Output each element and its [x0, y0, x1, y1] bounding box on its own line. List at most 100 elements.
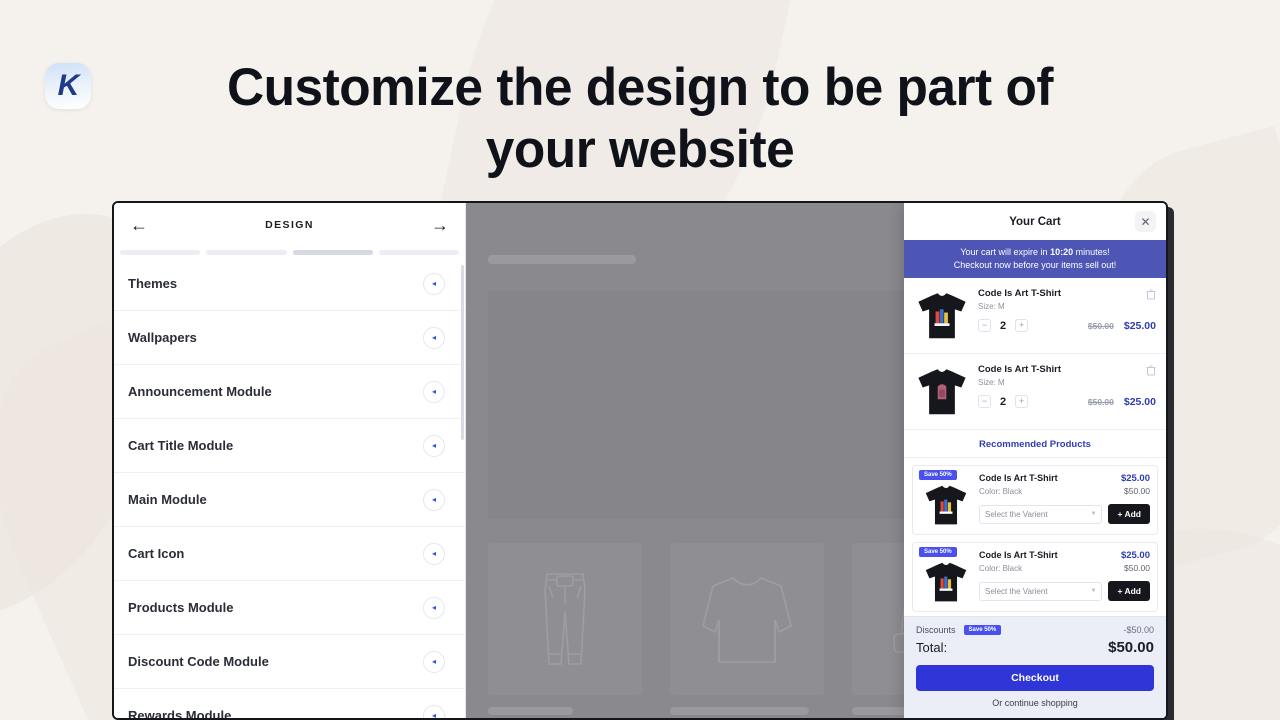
chevron-left-icon[interactable]: ◂: [423, 272, 445, 295]
increase-quantity-button[interactable]: +: [1015, 395, 1029, 408]
product-thumb: [488, 543, 642, 695]
design-module-row[interactable]: Cart Icon ◂: [114, 527, 465, 581]
tshirt-thumbnail: [925, 485, 967, 525]
cart-item-price: $25.00: [1123, 395, 1156, 408]
design-module-label: Wallpapers: [128, 330, 197, 345]
design-module-label: Rewards Module: [128, 708, 232, 718]
chevron-left-icon[interactable]: ◂: [423, 434, 445, 457]
decrease-quantity-button[interactable]: −: [978, 395, 991, 408]
discounts-label: Discounts: [916, 625, 956, 635]
cart-item-name: Code Is Art T-Shirt: [978, 364, 1062, 375]
panel-scrollbar[interactable]: [461, 265, 464, 440]
preview-product-card[interactable]: [670, 543, 824, 715]
banner-line-1: Your cart will expire in 10:20 minutes!: [912, 246, 1158, 259]
quantity-stepper[interactable]: − 2 + $50.00 $25.00: [978, 395, 1156, 408]
quantity-value: 2: [1000, 319, 1007, 332]
chevron-left-icon[interactable]: ◂: [423, 488, 445, 511]
step-segment-active[interactable]: [292, 249, 373, 255]
cart-item-prices: $50.00 $25.00: [1088, 396, 1156, 408]
increase-quantity-button[interactable]: +: [1015, 319, 1029, 332]
save-badge: Save 50%: [919, 547, 957, 558]
recommended-thumbnail: [920, 550, 972, 604]
design-module-list: Themes ◂ Wallpapers ◂ Announcement Module …: [114, 257, 465, 718]
chevron-left-icon[interactable]: ◂: [423, 542, 445, 565]
cart-item-thumbnail: [914, 288, 970, 344]
design-module-row[interactable]: Wallpapers ◂: [114, 311, 465, 365]
step-segment[interactable]: [206, 249, 287, 255]
trash-icon[interactable]: [1146, 365, 1156, 379]
trash-icon[interactable]: [1146, 289, 1156, 303]
variant-select[interactable]: Select the Varient ▼: [979, 504, 1103, 524]
design-module-row[interactable]: Products Module ◂: [114, 581, 465, 635]
page-title: Customize the design to be part of your …: [226, 58, 1054, 179]
recommended-top-row: Code Is Art T-Shirt $25.00: [979, 550, 1150, 561]
recommended-product-card[interactable]: Save 50% Code Is Art T-Shirt $25.00 Colo…: [912, 465, 1158, 536]
cart-item-info: Code Is Art T-Shirt Size: M − 2 + $50.00…: [970, 288, 1156, 344]
total-row: Total: $50.00: [916, 639, 1154, 656]
forward-arrow-icon[interactable]: →: [431, 216, 449, 234]
chevron-left-icon[interactable]: ◂: [423, 596, 445, 619]
continue-shopping-link[interactable]: Or continue shopping: [916, 698, 1154, 708]
recommended-top-row: Code Is Art T-Shirt $25.00: [979, 473, 1150, 484]
close-icon[interactable]: ✕: [1135, 211, 1156, 232]
product-label-placeholder: [488, 707, 573, 715]
recommended-product-name: Code Is Art T-Shirt: [979, 550, 1058, 561]
design-module-row[interactable]: Discount Code Module ◂: [114, 635, 465, 689]
add-to-cart-button[interactable]: + Add: [1108, 581, 1150, 602]
cart-item-old-price: $50.00: [1087, 396, 1114, 407]
cart-item-old-price: $50.00: [1087, 320, 1114, 331]
chevron-down-icon: ▼: [1090, 511, 1097, 517]
discounts-row: Discounts Save 50% -$50.00: [916, 625, 1154, 635]
cart-title: Your Cart: [1009, 215, 1061, 228]
cart-body: Code Is Art T-Shirt Size: M − 2 + $50.00…: [904, 278, 1166, 616]
recommended-price: $25.00: [1120, 550, 1150, 562]
quantity-stepper[interactable]: − 2 + $50.00 $25.00: [978, 319, 1156, 332]
design-module-label: Main Module: [128, 492, 207, 507]
quantity-value: 2: [1000, 395, 1007, 408]
step-segment[interactable]: [378, 249, 459, 255]
total-amount: $50.00: [1108, 639, 1154, 656]
design-module-row[interactable]: Rewards Module ◂: [114, 689, 465, 718]
preview-title-placeholder: [488, 255, 636, 264]
step-segment[interactable]: [120, 249, 201, 255]
chevron-down-icon: ▼: [1090, 588, 1097, 595]
design-module-row[interactable]: Announcement Module ◂: [114, 365, 465, 419]
chevron-left-icon[interactable]: ◂: [423, 704, 445, 718]
recommended-info: Code Is Art T-Shirt $25.00 Color: Black …: [972, 473, 1150, 527]
preview-product-card[interactable]: [488, 543, 642, 715]
cart-item-prices: $50.00 $25.00: [1088, 320, 1156, 332]
design-module-label: Themes: [128, 276, 178, 291]
recommended-sub-row: Color: Black $50.00: [979, 561, 1150, 573]
tshirt-thumbnail: [918, 369, 966, 415]
recommended-actions: Select the Varient ▼ + Add: [979, 504, 1150, 524]
design-module-row[interactable]: Cart Title Module ◂: [114, 419, 465, 473]
recommended-thumbnail: [920, 473, 972, 527]
tshirt-thumbnail: [918, 293, 966, 339]
design-module-row[interactable]: Themes ◂: [114, 257, 465, 311]
recommended-product-card[interactable]: Save 50% Code Is Art T-Shirt $25.00 Colo…: [912, 542, 1158, 613]
add-to-cart-button[interactable]: + Add: [1108, 504, 1150, 524]
cart-item-variant: Size: M: [978, 302, 1005, 311]
chevron-left-icon[interactable]: ◂: [423, 380, 445, 403]
cart-item-price: $25.00: [1123, 319, 1156, 332]
banner-prefix: Your cart will expire in: [960, 247, 1051, 257]
cart-header: Your Cart ✕: [904, 203, 1166, 240]
sweater-icon: [702, 577, 792, 663]
banner-timer: 10:20: [1050, 247, 1074, 257]
back-arrow-icon[interactable]: ←: [130, 216, 148, 234]
chevron-left-icon[interactable]: ◂: [423, 326, 445, 349]
device-frame: ← DESIGN → Themes ◂ Wallpapers ◂ Announcem…: [112, 201, 1168, 720]
chevron-left-icon[interactable]: ◂: [423, 650, 445, 673]
logo-letter: K: [57, 69, 80, 102]
design-module-label: Products Module: [128, 600, 234, 615]
checkout-button[interactable]: Checkout: [916, 665, 1154, 691]
cart-panel: Your Cart ✕ Your cart will expire in 10:…: [904, 203, 1166, 718]
design-module-row[interactable]: Main Module ◂: [114, 473, 465, 527]
variant-select[interactable]: Select the Varient ▼: [979, 581, 1103, 601]
app-logo: K: [45, 63, 91, 109]
decrease-quantity-button[interactable]: −: [978, 319, 991, 332]
save-badge: Save 50%: [919, 470, 957, 480]
banner-suffix: minutes!: [1073, 247, 1110, 257]
tshirt-thumbnail: [925, 562, 967, 602]
discount-badge: Save 50%: [963, 625, 1002, 635]
